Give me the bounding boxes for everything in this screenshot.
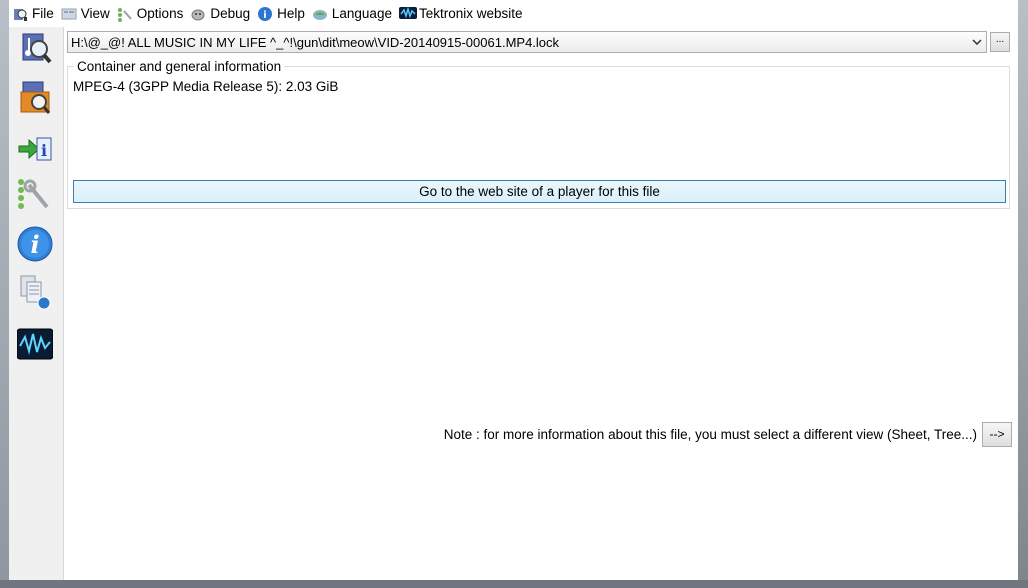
next-view-button[interactable]: --> — [982, 422, 1012, 447]
tektronix-icon — [398, 5, 417, 22]
app-window: File View Options Debug i Help Language … — [0, 0, 1028, 588]
debug-icon — [190, 6, 206, 22]
window-right-border — [1018, 0, 1028, 588]
svg-text:i: i — [263, 10, 266, 21]
menu-file-label: File — [32, 6, 54, 21]
menu-language[interactable]: Language — [309, 3, 396, 25]
menu-debug[interactable]: Debug — [187, 3, 254, 25]
browse-button[interactable]: ... — [990, 32, 1010, 52]
menu-bar: File View Options Debug i Help Language … — [9, 0, 1018, 27]
menu-view[interactable]: View — [58, 3, 114, 25]
open-folder-icon[interactable] — [17, 80, 53, 116]
general-info-groupbox: Container and general information MPEG-4… — [67, 59, 1010, 209]
knowledge-base-icon[interactable] — [17, 274, 53, 310]
menu-help-label: Help — [277, 6, 305, 21]
menu-file[interactable]: File — [9, 3, 58, 25]
preferences-icon[interactable] — [17, 177, 53, 213]
language-icon — [312, 6, 328, 22]
menu-language-label: Language — [331, 6, 392, 21]
menu-help[interactable]: i Help — [254, 3, 309, 25]
svg-text:i: i — [41, 141, 47, 160]
menu-options-label: Options — [136, 6, 184, 21]
left-toolbar: i i — [9, 27, 64, 580]
file-selector-combobox[interactable]: H:\@_@! ALL MUSIC IN MY LIFE ^_^!\gun\di… — [67, 31, 987, 53]
view-note-text: Note : for more information about this f… — [443, 427, 977, 442]
help-icon: i — [257, 6, 273, 22]
menu-view-label: View — [80, 6, 110, 21]
window-left-border — [0, 0, 9, 588]
menu-debug-label: Debug — [210, 6, 251, 21]
view-icon — [61, 6, 77, 22]
format-info-text: MPEG-4 (3GPP Media Release 5): 2.03 GiB — [73, 79, 339, 94]
tektronix-waveform-icon[interactable] — [16, 326, 54, 362]
menu-options[interactable]: Options — [114, 3, 188, 25]
player-website-button[interactable]: Go to the web site of a player for this … — [73, 180, 1006, 203]
chevron-down-icon[interactable] — [968, 32, 986, 52]
options-icon — [117, 6, 133, 22]
file-icon — [12, 6, 28, 22]
export-icon[interactable]: i — [17, 131, 53, 167]
file-path-value: H:\@_@! ALL MUSIC IN MY LIFE ^_^!\gun\di… — [71, 34, 560, 50]
about-icon[interactable]: i — [17, 226, 53, 262]
groupbox-title: Container and general information — [74, 59, 285, 74]
open-file-icon[interactable] — [17, 30, 53, 66]
svg-text:i: i — [30, 230, 39, 259]
main-panel: H:\@_@! ALL MUSIC IN MY LIFE ^_^!\gun\di… — [64, 27, 1018, 580]
menu-tektronix-website[interactable]: Tektronix website — [396, 3, 527, 25]
window-bottom-border — [0, 580, 1028, 588]
menu-tektronix-label: Tektronix website — [418, 6, 523, 21]
